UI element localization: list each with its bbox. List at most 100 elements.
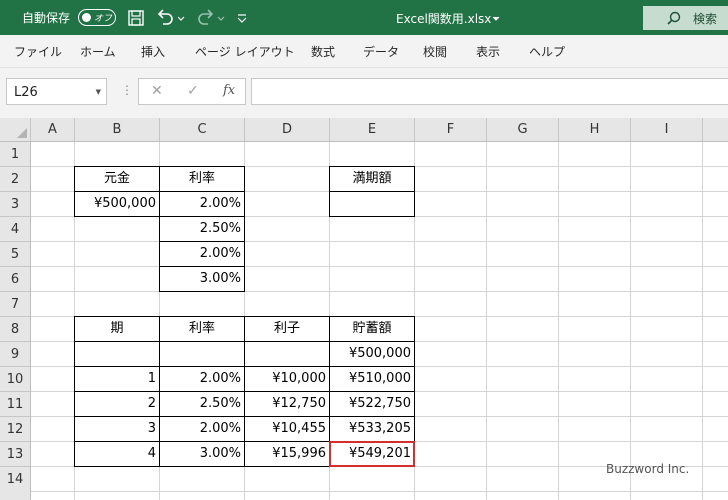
row-header-5[interactable]: 5	[0, 242, 31, 267]
gridline	[558, 142, 559, 500]
column-header-j[interactable]	[703, 118, 728, 142]
row-header-2[interactable]: 2	[0, 167, 31, 192]
header-interest[interactable]: 利子	[244, 316, 330, 342]
column-header-d[interactable]: D	[245, 118, 330, 142]
tab-page-layout[interactable]: ページ レイアウト	[195, 43, 295, 60]
cell-period[interactable]	[74, 341, 160, 367]
cell-rate[interactable]: 2.50%	[159, 216, 245, 242]
cell-interest[interactable]	[244, 341, 330, 367]
search-box[interactable]: 検索	[643, 6, 728, 30]
cell-rate[interactable]: 3.00%	[159, 266, 245, 292]
cell-rate[interactable]: 2.50%	[159, 391, 245, 417]
row-header-9[interactable]: 9	[0, 342, 31, 367]
cell-period[interactable]: 3	[74, 416, 160, 442]
cell-maturity[interactable]	[329, 191, 415, 217]
customize-toolbar-icon[interactable]	[236, 8, 248, 28]
column-header-i[interactable]: I	[631, 118, 703, 142]
tab-file[interactable]: ファイル	[14, 43, 62, 60]
cell-rate[interactable]: 2.00%	[159, 416, 245, 442]
tab-home[interactable]: ホーム	[80, 43, 116, 60]
formula-buttons: ✕ ✓ fx	[138, 78, 246, 105]
cell-rate[interactable]: 2.00%	[159, 191, 245, 217]
cell-interest[interactable]: ¥15,996	[244, 441, 330, 467]
cancel-icon[interactable]: ✕	[151, 83, 163, 99]
title-bar: 自動保存 オフ Excel関数用.xlsx 検索	[0, 0, 728, 35]
cell-rate[interactable]: 2.00%	[159, 366, 245, 392]
header-rate[interactable]: 利率	[159, 316, 245, 342]
cell-interest[interactable]: ¥12,750	[244, 391, 330, 417]
gridline	[630, 142, 631, 500]
cell-savings[interactable]: ¥533,205	[329, 416, 415, 442]
column-header-a[interactable]: A	[31, 118, 75, 142]
row-header-6[interactable]: 6	[0, 267, 31, 292]
row-header-10[interactable]: 10	[0, 367, 31, 392]
cell-savings[interactable]: ¥500,000	[329, 341, 415, 367]
row-header-13[interactable]: 13	[0, 442, 31, 467]
tab-help[interactable]: ヘルプ	[529, 43, 565, 60]
column-header-g[interactable]: G	[487, 118, 559, 142]
redo-dropdown-icon[interactable]	[216, 8, 226, 28]
undo-icon[interactable]	[155, 8, 175, 28]
gridline	[486, 142, 487, 500]
tab-formulas[interactable]: 数式	[311, 43, 335, 60]
column-header-e[interactable]: E	[330, 118, 415, 142]
column-header-b[interactable]: B	[75, 118, 160, 142]
cell-interest[interactable]: ¥10,455	[244, 416, 330, 442]
search-icon	[667, 11, 681, 25]
watermark: Buzzword Inc.	[606, 462, 690, 476]
row-header-14[interactable]: 14	[0, 467, 31, 500]
cell-rate[interactable]: 2.00%	[159, 241, 245, 267]
undo-dropdown-icon[interactable]	[176, 8, 186, 28]
toggle-knob	[82, 12, 91, 22]
formula-input[interactable]	[251, 78, 728, 105]
insert-function-icon[interactable]: fx	[223, 83, 235, 98]
cell-principal[interactable]: ¥500,000	[74, 191, 160, 217]
row-header-12[interactable]: 12	[0, 417, 31, 442]
tab-data[interactable]: データ	[363, 43, 399, 60]
name-box-value: L26	[14, 85, 38, 100]
row-header-3[interactable]: 3	[0, 192, 31, 217]
header-savings[interactable]: 貯蓄額	[329, 316, 415, 342]
header-rate[interactable]: 利率	[159, 166, 245, 192]
file-name[interactable]: Excel関数用.xlsx	[396, 10, 491, 27]
gridline	[31, 491, 728, 492]
tab-review[interactable]: 校閲	[423, 43, 447, 60]
cell-period[interactable]: 4	[74, 441, 160, 467]
formula-bar: L26 ▼ ⋮ ✕ ✓ fx	[0, 68, 728, 118]
select-all-icon	[17, 128, 27, 138]
cell-interest[interactable]: ¥10,000	[244, 366, 330, 392]
cell-rate[interactable]	[159, 341, 245, 367]
row-header-1[interactable]: 1	[0, 142, 31, 167]
tab-insert[interactable]: 挿入	[141, 43, 165, 60]
name-box[interactable]: L26 ▼	[6, 78, 107, 105]
row-header-8[interactable]: 8	[0, 317, 31, 342]
enter-icon[interactable]: ✓	[187, 83, 199, 99]
cell-period[interactable]: 1	[74, 366, 160, 392]
column-header-c[interactable]: C	[160, 118, 245, 142]
toggle-state: オフ	[94, 14, 113, 24]
selection-highlight	[329, 441, 415, 467]
tab-view[interactable]: 表示	[476, 43, 500, 60]
header-principal[interactable]: 元金	[74, 166, 160, 192]
select-all-corner[interactable]	[0, 118, 31, 142]
save-icon[interactable]	[126, 8, 146, 28]
autosave-toggle[interactable]: オフ	[78, 9, 116, 26]
redo-icon[interactable]	[196, 8, 216, 28]
cell-period[interactable]: 2	[74, 391, 160, 417]
ribbon-menu: ファイル ホーム 挿入 ページ レイアウト 数式 データ 校閲 表示 ヘルプ	[0, 35, 728, 68]
row-header-11[interactable]: 11	[0, 392, 31, 417]
column-header-f[interactable]: F	[415, 118, 487, 142]
gridline	[702, 142, 703, 500]
header-period[interactable]: 期	[74, 316, 160, 342]
autosave-label: 自動保存	[22, 11, 71, 25]
header-maturity[interactable]: 満期額	[329, 166, 415, 192]
column-header-h[interactable]: H	[559, 118, 631, 142]
row-header-4[interactable]: 4	[0, 217, 31, 242]
search-label: 検索	[693, 12, 718, 26]
cell-rate[interactable]: 3.00%	[159, 441, 245, 467]
filename-dropdown-icon[interactable]	[491, 8, 501, 28]
cell-savings[interactable]: ¥510,000	[329, 366, 415, 392]
name-box-dropdown-icon[interactable]: ▼	[96, 88, 101, 96]
cell-savings[interactable]: ¥522,750	[329, 391, 415, 417]
row-header-7[interactable]: 7	[0, 292, 31, 317]
